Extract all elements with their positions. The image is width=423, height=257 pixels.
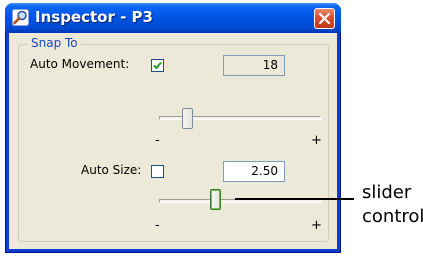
- window-title: Inspector - P3: [35, 8, 153, 26]
- close-button[interactable]: [314, 8, 335, 29]
- callout-line: [235, 198, 354, 200]
- auto-movement-label: Auto Movement:: [30, 57, 130, 71]
- callout-label-line2: control: [362, 206, 423, 227]
- auto-movement-slider-thumb[interactable]: [182, 108, 193, 129]
- checkmark-icon: [153, 61, 162, 70]
- auto-movement-slider-max: +: [311, 133, 322, 148]
- auto-size-slider-min: -: [155, 218, 160, 233]
- title-bar[interactable]: Inspector - P3: [5, 3, 341, 33]
- inspector-window: Inspector - P3 Snap To Auto Movement: 18…: [5, 3, 341, 253]
- group-legend: Snap To: [28, 36, 81, 50]
- callout-label-line1: slider: [362, 182, 412, 203]
- magnifier-icon: [12, 9, 29, 26]
- close-icon: [318, 12, 331, 25]
- window-client-area: Snap To Auto Movement: 18 - + Auto Size:…: [9, 33, 337, 249]
- auto-movement-value: 18: [223, 55, 285, 76]
- auto-size-slider-max: +: [311, 218, 322, 233]
- auto-size-checkbox[interactable]: [151, 165, 164, 178]
- auto-movement-slider-min: -: [155, 133, 160, 148]
- auto-size-label: Auto Size:: [81, 163, 142, 177]
- auto-movement-checkbox[interactable]: [151, 59, 164, 72]
- auto-size-slider-thumb[interactable]: [210, 189, 221, 210]
- auto-size-value-input[interactable]: 2.50: [223, 161, 285, 182]
